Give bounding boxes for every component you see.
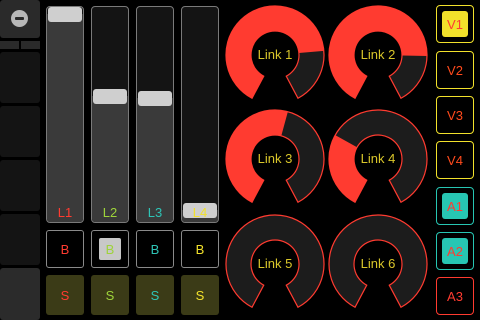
nav-slot[interactable]	[0, 214, 40, 265]
bank-button-a2[interactable]: A2	[436, 232, 474, 270]
b-button[interactable]: B	[136, 230, 174, 268]
s-button[interactable]: S	[181, 275, 219, 315]
nav-slot[interactable]	[0, 160, 40, 211]
bank-button-label: V4	[447, 152, 463, 168]
fader-handle[interactable]	[93, 89, 127, 104]
b-button-label: B	[99, 238, 121, 260]
knob-label: Link 2	[360, 47, 396, 62]
fader-l1[interactable]: L1	[46, 6, 84, 223]
fader-label: L1	[57, 205, 73, 220]
bank-button-v2[interactable]: V2	[436, 51, 474, 89]
fader-fill	[92, 96, 128, 222]
fader-l2[interactable]: L2	[91, 6, 129, 223]
nav-toggle-button[interactable]	[0, 0, 40, 38]
fader-handle[interactable]	[48, 7, 82, 22]
nav-slot[interactable]	[0, 106, 40, 157]
toggle-knob-icon	[11, 10, 28, 27]
bank-button-a1[interactable]: A1	[436, 187, 474, 225]
knob-label: Link 4	[360, 151, 396, 166]
bank-button-v3[interactable]: V3	[436, 96, 474, 134]
nav-slot[interactable]	[0, 52, 40, 103]
fader-l4[interactable]: L4	[181, 6, 219, 223]
bank-button-a3[interactable]: A3	[436, 277, 474, 315]
knob-label: Link 6	[360, 256, 396, 271]
b-button[interactable]: B	[46, 230, 84, 268]
s-button[interactable]: S	[136, 275, 174, 315]
fader-label: L4	[192, 205, 208, 220]
fader-label: L3	[147, 205, 163, 220]
bank-button-label: A2	[442, 238, 468, 264]
bank-button-label: V2	[447, 62, 463, 78]
fader-l3[interactable]: L3	[136, 6, 174, 223]
knob-label: Link 5	[257, 256, 293, 271]
b-button-label: B	[60, 241, 70, 257]
bank-button-label: V3	[447, 107, 463, 123]
b-button-label: B	[195, 241, 205, 257]
knob-value-arc	[329, 135, 367, 203]
bank-button-v1[interactable]: V1	[436, 5, 474, 43]
indicator-bar	[21, 41, 40, 49]
fader-fill	[47, 14, 83, 222]
bank-button-label: V1	[442, 11, 468, 37]
indicator-bar	[0, 41, 19, 49]
bank-button-label: A1	[442, 193, 468, 219]
bank-button-v4[interactable]: V4	[436, 141, 474, 179]
knob-label: Link 3	[257, 151, 293, 166]
b-button-label: B	[150, 241, 160, 257]
b-button[interactable]: B	[91, 230, 129, 268]
fader-handle[interactable]	[138, 91, 172, 106]
s-button[interactable]: S	[46, 275, 84, 315]
fader-label: L2	[102, 205, 118, 220]
s-button[interactable]: S	[91, 275, 129, 315]
nav-slot-active[interactable]	[0, 268, 40, 320]
fader-fill	[137, 98, 173, 222]
bank-button-label: A3	[447, 288, 463, 304]
b-button[interactable]: B	[181, 230, 219, 268]
knob-label: Link 1	[257, 47, 293, 62]
